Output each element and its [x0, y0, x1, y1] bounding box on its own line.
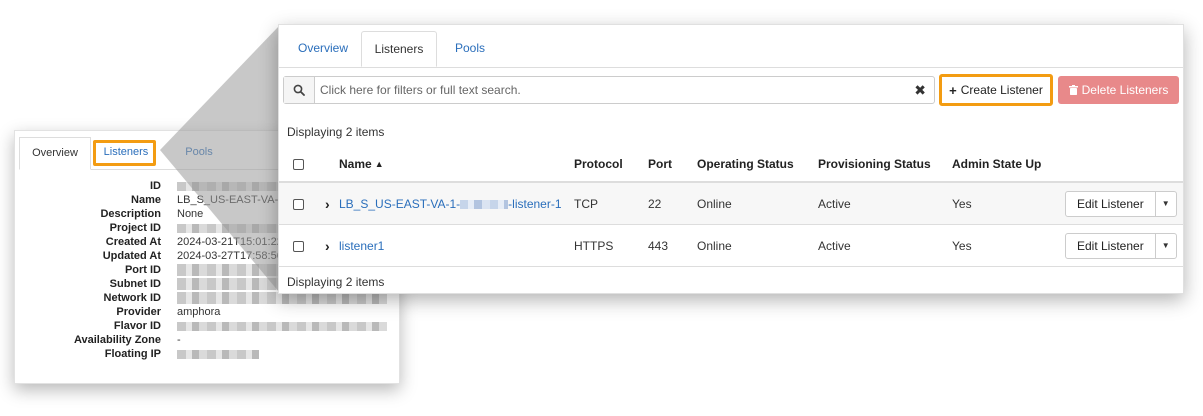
col-actions [1065, 147, 1183, 183]
detail-tab-pools[interactable]: Pools [179, 137, 219, 168]
protocol-cell: HTTPS [574, 224, 648, 267]
protocol-cell: TCP [574, 182, 648, 225]
listener-name-link[interactable]: LB_S_US-EAST-VA-1- -listener-1 [339, 197, 562, 211]
search-bar: ✖ [283, 76, 935, 104]
field-provider: Provider amphora [15, 305, 399, 319]
row-actions-cell: Edit Listener ▼ [1065, 224, 1183, 267]
sort-ascending-icon: ▲ [374, 159, 384, 169]
listeners-table: Name ▲ Protocol Port Operating Status Pro… [279, 147, 1183, 267]
field-value: - [177, 334, 181, 346]
field-value-redacted [177, 347, 259, 361]
chevron-right-icon[interactable]: › [325, 238, 330, 254]
tab-pools[interactable]: Pools [439, 31, 501, 67]
provisioning-status-cell: Active [818, 224, 952, 267]
field-label: Port ID [124, 264, 161, 276]
field-value: 2024-03-27T17:58:56 [177, 250, 283, 262]
field-value: LB_S_US-EAST-VA-1 [177, 194, 285, 206]
item-count-footer: Displaying 2 items [287, 275, 385, 289]
field-availability-zone: Availability Zone - [15, 333, 399, 347]
caret-down-icon[interactable]: ▼ [1156, 234, 1176, 258]
row-expand-cell: › [325, 224, 339, 267]
delete-listeners-button[interactable]: Delete Listeners [1058, 76, 1179, 104]
field-label: Subnet ID [109, 278, 161, 290]
create-listener-label: Create Listener [960, 83, 1043, 97]
table-row: › LB_S_US-EAST-VA-1- -listener-1 TCP 22 O… [279, 182, 1183, 225]
plus-icon: + [949, 82, 957, 98]
main-tab-bar: Overview Listeners Pools [279, 25, 1183, 68]
field-value: amphora [177, 306, 221, 318]
listeners-panel: Overview Listeners Pools ✖ + Create List… [278, 24, 1184, 294]
field-label: ID [150, 180, 161, 192]
operating-status-cell: Online [697, 182, 818, 225]
tab-listeners[interactable]: Listeners [361, 31, 437, 67]
listener-name-prefix: LB_S_US-EAST-VA-1- [339, 196, 461, 211]
field-flavor-id: Flavor ID [15, 319, 399, 333]
col-protocol[interactable]: Protocol [574, 147, 648, 183]
listener-name-suffix: -listener-1 [508, 196, 562, 211]
col-provisioning-status[interactable]: Provisioning Status [818, 147, 952, 183]
provisioning-status-cell: Active [818, 182, 952, 225]
row-expand-cell: › [325, 182, 339, 225]
operating-status-cell: Online [697, 224, 818, 267]
trash-icon [1068, 85, 1078, 95]
field-label: Description [100, 208, 161, 220]
col-port[interactable]: Port [648, 147, 697, 183]
table-header: Name ▲ Protocol Port Operating Status Pro… [279, 147, 1183, 183]
field-label: Floating IP [104, 348, 161, 360]
redacted-text [460, 199, 509, 209]
field-label: Created At [105, 236, 161, 248]
field-label: Updated At [102, 250, 161, 262]
item-count: Displaying 2 items [287, 125, 385, 139]
row-select-cell [279, 224, 325, 267]
detail-tab-overview[interactable]: Overview [19, 137, 91, 170]
caret-down-icon[interactable]: ▼ [1156, 192, 1176, 216]
edit-listener-button[interactable]: Edit Listener [1066, 233, 1156, 258]
field-floating-ip: Floating IP [15, 347, 399, 361]
admin-state-cell: Yes [952, 224, 1065, 267]
select-all-checkbox[interactable] [293, 159, 304, 171]
listeners-tab-highlight [93, 140, 156, 166]
search-input[interactable] [320, 77, 880, 103]
search-icon [284, 77, 315, 103]
edit-listener-split-button: Edit Listener ▼ [1065, 232, 1177, 259]
delete-listeners-label: Delete Listeners [1081, 83, 1169, 97]
select-all-cell [279, 147, 325, 183]
expand-col-header [325, 147, 339, 183]
field-value-redacted [177, 319, 387, 333]
port-cell: 443 [648, 224, 697, 267]
col-name[interactable]: Name ▲ [339, 147, 574, 183]
admin-state-cell: Yes [952, 182, 1065, 225]
listener-name-cell: LB_S_US-EAST-VA-1- -listener-1 [339, 182, 574, 225]
field-label: Network ID [103, 292, 161, 304]
field-value: 2024-03-21T15:01:22 [177, 236, 283, 248]
listener-name-cell: listener1 [339, 224, 574, 267]
col-admin-state-up[interactable]: Admin State Up [952, 147, 1065, 183]
field-label: Name [131, 194, 161, 206]
edit-listener-button[interactable]: Edit Listener [1066, 191, 1156, 216]
field-label: Availability Zone [73, 334, 161, 346]
col-name-label: Name [339, 157, 372, 171]
port-cell: 22 [648, 182, 697, 225]
field-value: None [177, 208, 204, 220]
create-listener-button[interactable]: + Create Listener [939, 74, 1053, 106]
tab-overview[interactable]: Overview [283, 31, 363, 67]
field-label: Project ID [109, 222, 161, 234]
field-label: Provider [116, 306, 161, 318]
listener-name-link[interactable]: listener1 [339, 239, 384, 253]
clear-search-icon[interactable]: ✖ [914, 82, 926, 98]
field-label: Flavor ID [113, 320, 161, 332]
row-checkbox[interactable] [293, 240, 304, 252]
table-row: › listener1 HTTPS 443 Online Active Yes … [279, 224, 1183, 267]
row-checkbox[interactable] [293, 198, 304, 210]
chevron-right-icon[interactable]: › [325, 196, 330, 212]
col-operating-status[interactable]: Operating Status [697, 147, 818, 183]
edit-listener-split-button: Edit Listener ▼ [1065, 190, 1177, 217]
row-actions-cell: Edit Listener ▼ [1065, 182, 1183, 225]
row-select-cell [279, 182, 325, 225]
